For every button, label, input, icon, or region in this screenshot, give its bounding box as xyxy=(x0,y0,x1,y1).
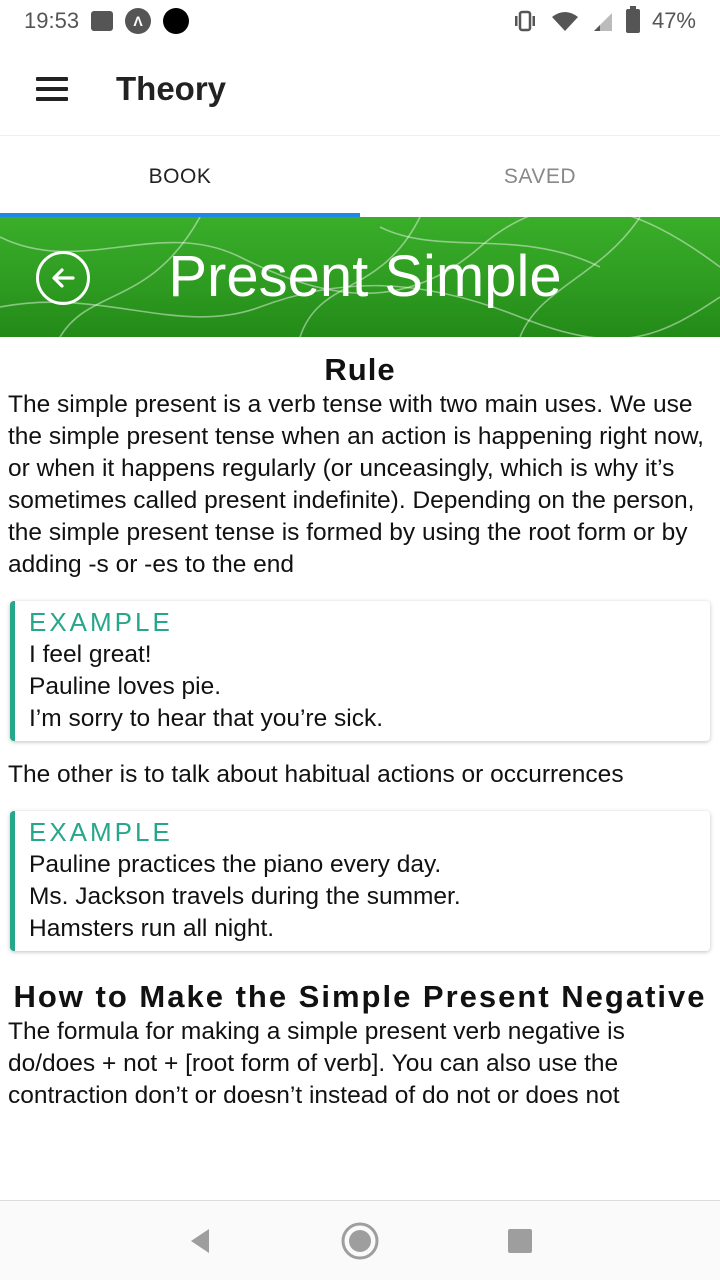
example-line: Pauline loves pie. xyxy=(29,673,222,700)
example-line: Ms. Jackson travels during the summer. xyxy=(29,883,461,910)
example-card: EXAMPLE I feel great! Pauline loves pie.… xyxy=(10,601,710,741)
rule-text: The simple present is a verb tense with … xyxy=(8,391,704,578)
example-card: EXAMPLE Pauline practices the piano ever… xyxy=(10,811,710,951)
lesson-title: Present Simple xyxy=(168,244,562,309)
tab-bar: BOOK SAVED xyxy=(0,137,720,217)
status-right: 47% xyxy=(512,6,696,34)
example-line: I feel great! xyxy=(29,641,152,668)
battery-icon xyxy=(625,6,640,33)
vibrate-icon xyxy=(512,10,538,32)
status-left: 19:53 Λ xyxy=(24,8,190,34)
example-line: Pauline practices the piano every day. xyxy=(29,851,442,878)
app-bar: Theory xyxy=(0,42,720,136)
page-title: Theory xyxy=(116,69,227,107)
tab-saved[interactable]: SAVED xyxy=(360,137,720,217)
nav-back-icon[interactable] xyxy=(170,1211,230,1271)
image-icon xyxy=(91,11,114,31)
example-line: I’m sorry to hear that you’re sick. xyxy=(29,705,384,732)
habitual-text: The other is to talk about habitual acti… xyxy=(8,761,624,788)
a-circle-icon: Λ xyxy=(125,8,152,34)
example-label: EXAMPLE xyxy=(29,817,173,847)
lesson-banner: Present Simple xyxy=(0,217,720,337)
status-time: 19:53 xyxy=(24,8,80,33)
dot-icon xyxy=(163,8,190,34)
lesson-content[interactable]: Rule The simple present is a verb tense … xyxy=(0,337,720,1199)
menu-icon[interactable] xyxy=(16,53,88,125)
negative-text: The formula for making a simple present … xyxy=(8,1018,625,1109)
nav-home-icon[interactable] xyxy=(330,1211,390,1271)
tab-book[interactable]: BOOK xyxy=(0,137,360,217)
status-bar: 19:53 Λ 47% xyxy=(0,0,720,42)
system-nav-bar xyxy=(0,1200,720,1280)
wifi-icon xyxy=(550,10,580,32)
nav-recents-icon[interactable] xyxy=(490,1211,550,1271)
example-line: Hamsters run all night. xyxy=(29,915,275,942)
rule-heading: Rule xyxy=(324,352,396,387)
negative-heading: How to Make the Simple Present Negative xyxy=(13,979,707,1014)
signal-icon xyxy=(592,10,614,32)
example-label: EXAMPLE xyxy=(29,607,173,637)
battery-level: 47% xyxy=(651,8,696,33)
